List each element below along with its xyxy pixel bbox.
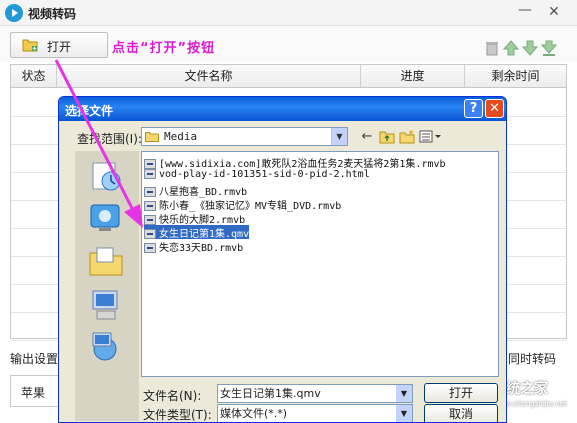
file-type-value: 媒体文件(*.*) bbox=[220, 407, 288, 420]
file-list-item[interactable]: vod-play-id-101351-sid-0-pid-2.html bbox=[144, 169, 370, 183]
look-in-select[interactable]: Media ▼ bbox=[141, 127, 348, 146]
file-list[interactable]: [www.sidixia.com]敢死队2浴血任务2麦天猛将2第1集.rmvb v… bbox=[141, 151, 499, 377]
dialog-titlebar: 选择文件 ? ✕ bbox=[59, 97, 506, 121]
app-title: 视频转码 bbox=[28, 7, 77, 21]
file-name-input[interactable]: 女生日记第1集.qmv ▼ bbox=[217, 384, 413, 403]
dialog-close-icon[interactable]: ✕ bbox=[485, 99, 504, 118]
close-icon[interactable]: ✕ bbox=[545, 3, 563, 21]
file-list-item[interactable]: 女生日记第1集.qmv bbox=[144, 225, 250, 240]
file-list-item[interactable]: 失恋33天BD.rmvb bbox=[144, 239, 244, 254]
media-file-icon bbox=[144, 243, 156, 253]
back-icon[interactable]: ← bbox=[359, 129, 375, 144]
minimize-icon[interactable]: — bbox=[516, 3, 534, 21]
view-menu-icon[interactable] bbox=[419, 129, 441, 144]
column-status[interactable]: 状态 bbox=[11, 65, 57, 87]
column-remaining[interactable]: 剩余时间 bbox=[465, 65, 566, 87]
column-progress[interactable]: 进度 bbox=[361, 65, 465, 87]
open-button[interactable]: 打开 bbox=[10, 32, 108, 58]
dialog-open-button[interactable]: 打开 bbox=[424, 383, 498, 403]
look-in-label: 查找范围(I): bbox=[77, 132, 142, 146]
preset-select[interactable]: 苹果 bbox=[10, 375, 60, 407]
column-filename[interactable]: 文件名称 bbox=[57, 65, 361, 87]
network-places-icon[interactable] bbox=[87, 329, 125, 365]
move-bottom-icon[interactable] bbox=[541, 40, 557, 56]
dialog-cancel-button[interactable]: 取消 bbox=[424, 404, 498, 422]
media-file-icon bbox=[144, 169, 156, 179]
grid-header: 状态 文件名称 进度 剩余时间 bbox=[11, 65, 566, 88]
open-folder-icon bbox=[22, 39, 38, 52]
media-file-icon bbox=[144, 229, 156, 239]
my-documents-icon[interactable] bbox=[87, 243, 125, 279]
new-folder-icon[interactable] bbox=[399, 129, 415, 144]
media-file-icon bbox=[144, 187, 156, 197]
select-file-dialog: 选择文件 ? ✕ 查找范围(I): Media ▼ ← [www.sidixia… bbox=[58, 96, 507, 423]
look-in-value: Media bbox=[164, 130, 198, 143]
up-folder-icon[interactable] bbox=[379, 129, 395, 144]
file-list-item[interactable]: 陈小春_《独家记忆》MV专辑_DVD.rmvb bbox=[144, 197, 341, 212]
chevron-down-icon[interactable]: ▼ bbox=[396, 385, 412, 402]
move-down-icon[interactable] bbox=[522, 40, 538, 56]
open-button-label: 打开 bbox=[47, 40, 72, 54]
folder-icon bbox=[145, 132, 159, 142]
output-settings-label: 输出设置 bbox=[10, 352, 59, 366]
help-icon[interactable]: ? bbox=[464, 99, 483, 118]
file-list-item[interactable]: 八星抱喜_BD.rmvb bbox=[144, 183, 247, 198]
media-file-icon bbox=[144, 215, 156, 225]
file-list-item[interactable]: [www.sidixia.com]敢死队2浴血任务2麦天猛将2第1集.rmvb bbox=[144, 155, 446, 170]
places-bar bbox=[75, 151, 139, 421]
chevron-down-icon[interactable]: ▼ bbox=[396, 405, 412, 422]
media-file-icon bbox=[144, 159, 156, 169]
move-up-icon[interactable] bbox=[503, 40, 519, 56]
file-name-value: 女生日记第1集.qmv bbox=[220, 387, 321, 400]
recent-documents-icon[interactable] bbox=[87, 159, 125, 195]
file-name-label: 文件名(N): bbox=[143, 389, 202, 403]
file-name-text: vod-play-id-101351-sid-0-pid-2.html bbox=[159, 169, 370, 180]
delete-icon[interactable] bbox=[484, 40, 500, 56]
desktop-icon[interactable] bbox=[87, 201, 125, 237]
preset-value: 苹果 bbox=[21, 386, 46, 400]
media-file-icon bbox=[144, 201, 156, 211]
file-list-item[interactable]: 快乐的大脚2.rmvb bbox=[144, 211, 245, 226]
app-logo-icon bbox=[5, 4, 23, 22]
dialog-title: 选择文件 bbox=[65, 104, 114, 118]
simultaneous-label: 同时转码 bbox=[508, 352, 557, 366]
file-type-label: 文件类型(T): bbox=[143, 408, 212, 422]
my-computer-icon[interactable] bbox=[87, 287, 125, 323]
chevron-down-icon[interactable]: ▼ bbox=[331, 128, 347, 145]
file-name-text: 失恋33天BD.rmvb bbox=[159, 243, 244, 254]
file-type-select[interactable]: 媒体文件(*.*) ▼ bbox=[217, 404, 413, 422]
open-hint-text: 点击“打开”按钮 bbox=[112, 41, 216, 56]
app-titlebar: 视频转码 — ✕ bbox=[0, 0, 577, 26]
